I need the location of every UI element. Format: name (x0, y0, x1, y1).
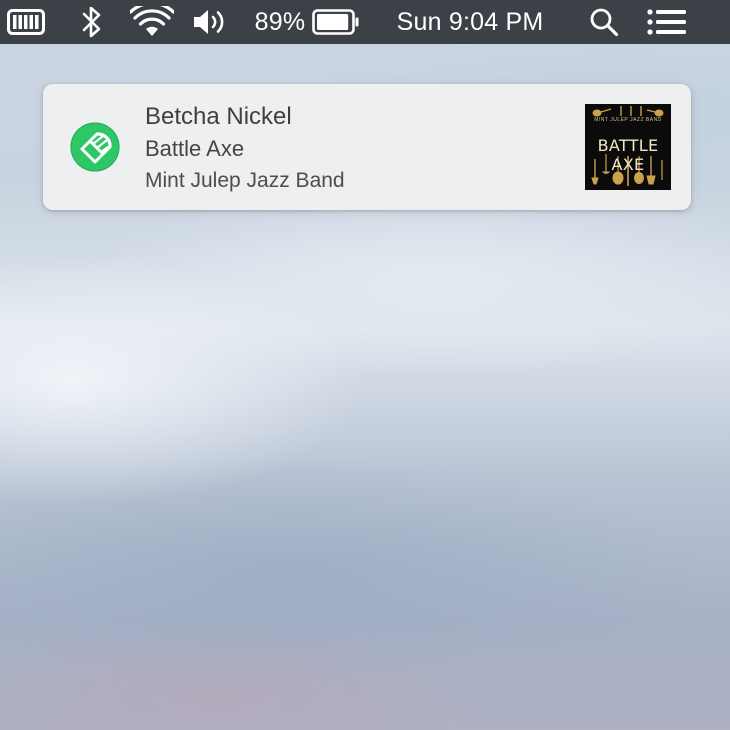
notification-body: Mint Julep Jazz Band (145, 169, 345, 192)
battery-icon (312, 9, 359, 35)
menu-bar: 89% Sun 9:04 PM (0, 0, 730, 44)
clock-text: Sun 9:04 PM (396, 7, 544, 36)
bluetooth-menu-item[interactable] (74, 0, 110, 44)
volume-icon (194, 10, 224, 34)
notification-subtitle: Battle Axe (145, 136, 245, 161)
wifi-icon (130, 6, 174, 36)
notification-center-menu-item[interactable] (644, 0, 690, 44)
spotify-speaker-icon (70, 122, 120, 172)
spotlight-search-icon (590, 8, 619, 37)
battery-percent-label[interactable]: 89% (250, 0, 310, 44)
album-art: MINT JULEP JAZZ BAND BATTLE AXE (585, 104, 671, 190)
spotlight-menu-item[interactable] (584, 0, 624, 44)
wifi-menu-item[interactable] (128, 0, 176, 44)
notification-title: Betcha Nickel (145, 103, 292, 130)
app-status-menu-item[interactable] (0, 0, 52, 44)
app-icon (70, 122, 120, 172)
volume-menu-item[interactable] (188, 0, 232, 44)
clock-menu-item[interactable]: Sun 9:04 PM (380, 0, 560, 44)
battery-percent-text: 89% (254, 7, 306, 36)
battery-menu-item[interactable] (311, 0, 361, 44)
now-playing-notification[interactable]: Betcha Nickel Battle Axe Mint Julep Jazz… (43, 84, 691, 210)
bluetooth-icon (82, 6, 101, 38)
app-status-icon (7, 9, 45, 35)
album-art-title: BATTLE AXE (597, 136, 659, 174)
album-art-small-text: MINT JULEP JAZZ BAND (594, 117, 662, 123)
notification-center-icon (647, 9, 686, 35)
